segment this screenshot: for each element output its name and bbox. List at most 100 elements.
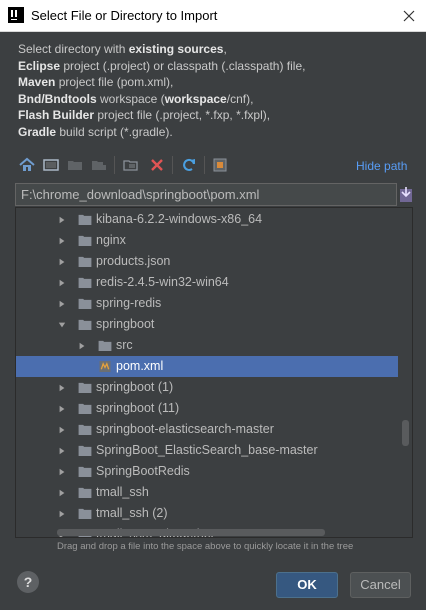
folder-icon <box>78 298 92 309</box>
tree-row-label: products.json <box>96 254 171 268</box>
tree-row-label: springboot (11) <box>96 401 180 415</box>
ok-button[interactable]: OK <box>276 572 338 598</box>
folder-icon <box>78 382 92 393</box>
delete-button[interactable] <box>147 155 167 175</box>
toolbar-separator <box>172 156 173 174</box>
close-icon <box>403 10 415 22</box>
drag-drop-hint: Drag and drop a file into the space abov… <box>57 541 354 552</box>
description-text: build script (*.gradle). <box>56 124 173 139</box>
desktop-button[interactable] <box>41 155 61 175</box>
collapsed-arrow-icon[interactable] <box>58 467 66 477</box>
description-text: project file (.project, *.fxp, *.fxpl), <box>94 108 271 123</box>
expanded-arrow-icon[interactable] <box>58 320 66 330</box>
project-folder-icon <box>68 161 82 170</box>
folder-icon <box>78 256 92 267</box>
tree-row[interactable]: redis-2.4.5-win32-win64 <box>16 272 398 293</box>
home-button[interactable] <box>17 155 37 175</box>
path-field[interactable] <box>15 183 397 206</box>
tree-row[interactable]: springboot <box>16 314 398 335</box>
collapsed-arrow-icon[interactable] <box>58 425 66 435</box>
home-icon <box>19 157 35 171</box>
toolbar-separator <box>114 156 115 174</box>
collapsed-arrow-icon[interactable] <box>58 278 66 288</box>
tree-row-label: SpringBoot_ElasticSearch_base-master <box>96 443 318 457</box>
delete-icon <box>151 159 163 171</box>
tree-row-label: SpringBootRedis <box>96 464 190 478</box>
project-folder-button <box>65 155 85 175</box>
collapsed-arrow-icon[interactable] <box>58 446 66 456</box>
folder-icon <box>78 424 92 435</box>
refresh-icon <box>183 158 195 171</box>
collapsed-arrow-icon[interactable] <box>58 488 66 498</box>
description-keyword: Maven <box>18 75 56 90</box>
description-keyword: Bnd/Bndtools <box>18 91 97 106</box>
description-text: /cnf), <box>226 91 254 106</box>
folder-icon <box>78 319 92 330</box>
tree-row-label: redis-2.4.5-win32-win64 <box>96 275 229 289</box>
path-input[interactable] <box>16 184 396 205</box>
description-text: , <box>223 42 227 56</box>
collapsed-arrow-icon[interactable] <box>78 341 86 351</box>
collapsed-arrow-icon[interactable] <box>58 404 66 414</box>
tree-row[interactable]: tmall_ssh (2) <box>16 503 398 524</box>
folder-icon <box>78 487 92 498</box>
intellij-app-icon <box>8 7 24 23</box>
tree-row[interactable]: SpringBootRedis <box>16 461 398 482</box>
tree-row[interactable]: nginx <box>16 230 398 251</box>
hide-path-link[interactable]: Hide path <box>356 159 407 173</box>
tree-row[interactable]: src <box>16 335 398 356</box>
description-line: Maven project file (pom.xml), <box>18 74 418 91</box>
module-folder-icon <box>92 161 106 170</box>
tree-row[interactable]: tmall_ssh <box>16 482 398 503</box>
tree-row[interactable]: SpringBoot_ElasticSearch_base-master <box>16 440 398 461</box>
tree-row-label: springboot <box>96 317 155 331</box>
refresh-button[interactable] <box>179 155 199 175</box>
tree-row[interactable]: springboot (1) <box>16 377 398 398</box>
show-hidden-button[interactable] <box>210 155 230 175</box>
folder-icon <box>78 277 92 288</box>
description-keyword: Gradle <box>18 124 57 139</box>
tree-row[interactable]: kibana-6.2.2-windows-x86_64 <box>16 209 398 230</box>
description-keyword: existing sources <box>128 42 224 56</box>
help-button[interactable]: ? <box>17 571 39 593</box>
description-text: project (.project) or classpath (.classp… <box>60 58 306 73</box>
tree-row-label: tmall_ssh <box>96 485 149 499</box>
tree-row-selected[interactable]: pom.xml <box>16 356 398 377</box>
module-folder-button <box>89 155 109 175</box>
toolbar-separator <box>204 156 205 174</box>
title-bar: Select File or Directory to Import <box>0 0 426 32</box>
import-description: Select directory with existing sources, E… <box>18 41 418 141</box>
tree-row[interactable]: springboot (11) <box>16 398 398 419</box>
collapsed-arrow-icon[interactable] <box>58 215 66 225</box>
collapsed-arrow-icon[interactable] <box>58 257 66 267</box>
folder-icon <box>78 445 92 456</box>
folder-icon <box>78 466 92 477</box>
path-history-button[interactable] <box>399 185 413 203</box>
tree-row-label: tmall_ssh (2) <box>96 506 168 520</box>
description-line: Bnd/Bndtools workspace (workspace/cnf), <box>18 91 418 108</box>
collapsed-arrow-icon[interactable] <box>58 299 66 309</box>
description-line: Gradle build script (*.gradle). <box>18 124 418 141</box>
new-folder-button[interactable] <box>121 155 141 175</box>
tree-row-label: src <box>116 338 133 352</box>
tree-vertical-scrollbar[interactable] <box>402 420 409 446</box>
file-tree[interactable]: tmall_ssm_altogethertmall_ssh (2)tmall_s… <box>15 207 413 538</box>
cancel-button[interactable]: Cancel <box>350 572 411 598</box>
folder-icon <box>78 403 92 414</box>
description-keyword: Eclipse <box>18 58 61 73</box>
close-button[interactable] <box>396 4 422 28</box>
tree-row-label: springboot (1) <box>96 380 174 394</box>
show-hidden-icon <box>213 158 227 172</box>
description-line: Flash Builder project file (.project, *.… <box>18 107 418 124</box>
tree-row-label: kibana-6.2.2-windows-x86_64 <box>96 212 263 226</box>
tree-horizontal-scrollbar[interactable] <box>57 529 325 536</box>
tree-row[interactable]: spring-redis <box>16 293 398 314</box>
collapsed-arrow-icon[interactable] <box>58 236 66 246</box>
tree-row[interactable]: springboot-elasticsearch-master <box>16 419 398 440</box>
new-folder-icon <box>123 160 138 171</box>
tree-row[interactable]: products.json <box>16 251 398 272</box>
tree-row-label: nginx <box>96 233 126 247</box>
collapsed-arrow-icon[interactable] <box>58 509 66 519</box>
description-text: project file (pom.xml), <box>55 75 174 90</box>
collapsed-arrow-icon[interactable] <box>58 383 66 393</box>
